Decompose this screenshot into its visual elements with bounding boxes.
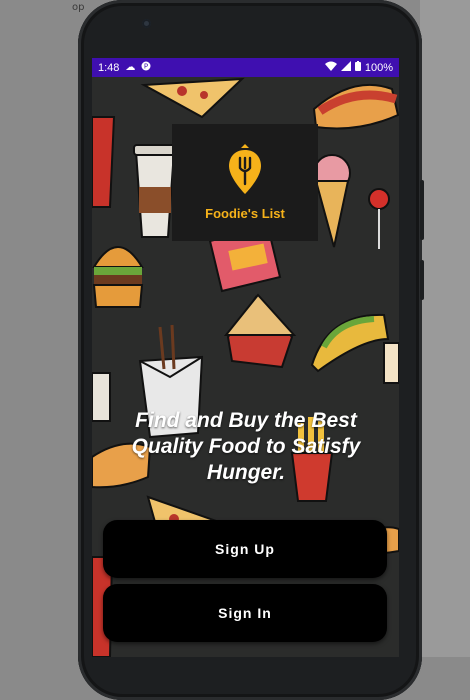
status-bar: 1:48 ☁ P 100% — [92, 58, 399, 77]
sign-in-button[interactable]: Sign In — [103, 584, 387, 642]
soda-cup-doodle — [92, 116, 116, 208]
app-notification-icon: P — [141, 61, 151, 74]
cake-doodle — [383, 342, 399, 384]
sign-up-button[interactable]: Sign Up — [103, 520, 387, 578]
app-logo: Foodie's List — [172, 124, 318, 241]
logo-text: Foodie's List — [205, 206, 285, 221]
tagline: Find and Buy the Best Quality Food to Sa… — [131, 409, 361, 484]
cloud-icon: ☁ — [125, 62, 136, 73]
battery-percent: 100% — [364, 61, 393, 74]
front-camera — [142, 19, 151, 28]
battery-icon — [354, 61, 361, 74]
power-button — [420, 260, 424, 300]
location-pin-fork-icon — [229, 144, 261, 194]
mug-doodle — [92, 372, 111, 422]
burger-doodle — [92, 246, 144, 308]
signal-icon — [340, 61, 351, 74]
app-screen: 1:48 ☁ P 100% Foodie's List Find and Buy… — [92, 58, 399, 657]
volume-button — [420, 180, 424, 240]
window-title-fragment: op — [72, 2, 85, 13]
wifi-icon — [324, 61, 337, 74]
svg-text:P: P — [144, 63, 148, 71]
coffee-cup-doodle — [133, 144, 177, 238]
status-time: 1:48 — [98, 61, 120, 74]
ide-side-panel — [420, 0, 470, 657]
